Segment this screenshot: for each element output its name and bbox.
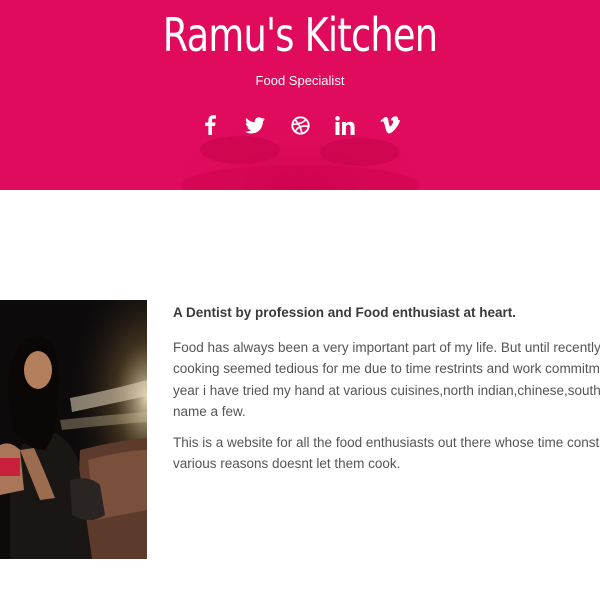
about-text-line: year i have tried my hand at various cui… (173, 382, 600, 398)
linkedin-icon (335, 115, 355, 135)
about-text-line: This is a website for all the food enthu… (173, 434, 600, 450)
site-subtitle: Food Specialist (255, 73, 345, 88)
about-text-line: various reasons doesnt let them cook. (173, 456, 401, 471)
dribbble-link[interactable] (278, 112, 323, 138)
vimeo-icon (380, 116, 400, 134)
facebook-link[interactable] (188, 112, 233, 138)
page: Ramu's Kitchen Food Specialist A Dentist… (0, 0, 600, 600)
twitter-icon (245, 116, 265, 133)
about-text-line: name a few. (173, 404, 246, 419)
dribbble-icon (290, 115, 310, 135)
linkedin-link[interactable] (323, 112, 368, 138)
about-paragraph: This is a website for all the food enthu… (173, 432, 600, 475)
about-text-line: cooking seemed tedious for me due to tim… (173, 361, 600, 376)
social-links (0, 112, 600, 138)
about-heading: A Dentist by profession and Food enthusi… (173, 305, 517, 320)
hero-banner: Ramu's Kitchen Food Specialist (0, 0, 600, 190)
twitter-link[interactable] (233, 112, 278, 138)
site-title: Ramu's Kitchen (162, 8, 438, 62)
profile-photo (0, 300, 147, 559)
about-section: A Dentist by profession and Food enthusi… (173, 302, 600, 484)
about-text-line: Food has always been a very important pa… (173, 339, 600, 355)
about-paragraph: Food has always been a very important pa… (173, 337, 600, 423)
facebook-icon (205, 115, 216, 135)
vimeo-link[interactable] (368, 112, 413, 138)
